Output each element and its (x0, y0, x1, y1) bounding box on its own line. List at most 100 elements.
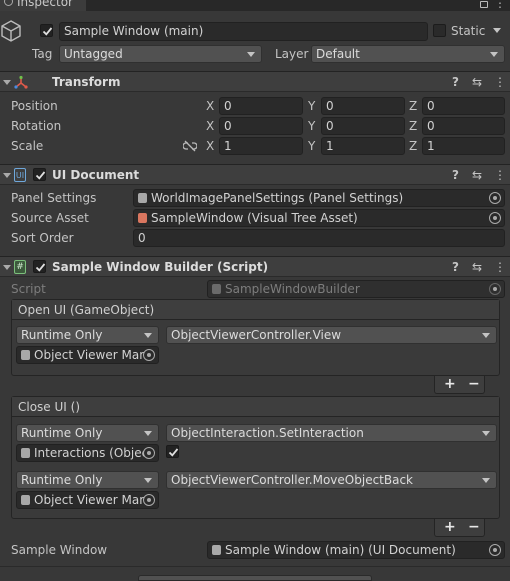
source-asset-label: Source Asset (11, 211, 89, 225)
add-listener-button[interactable]: + (444, 519, 456, 535)
preset-icon[interactable]: ⇆ (472, 168, 482, 182)
add-listener-button[interactable]: + (444, 376, 456, 392)
panel-settings-field[interactable]: WorldImagePanelSettings (Panel Settings) (133, 189, 505, 207)
ui-document-icon: UI (14, 168, 26, 182)
z-axis-label: Z (409, 139, 418, 153)
panel-settings-value: WorldImagePanelSettings (Panel Settings) (151, 191, 404, 205)
open-ui-event-title: Open UI (GameObject) (18, 303, 155, 317)
component-menu-icon[interactable]: ⋮ (494, 168, 506, 182)
tag-dropdown[interactable]: Untagged (59, 45, 262, 63)
source-asset-field[interactable]: SampleWindow (Visual Tree Asset) (133, 209, 505, 227)
scale-x-field[interactable]: 1 (219, 137, 303, 155)
position-x-field[interactable]: 0 (219, 97, 303, 115)
chevron-down-icon (493, 28, 501, 33)
object-picker-icon[interactable] (143, 349, 155, 361)
close-ui-event-title: Close UI () (18, 400, 81, 414)
transform-icon (14, 75, 28, 89)
preset-icon[interactable]: ⇆ (472, 75, 482, 89)
close-ui-runtime-dropdown-2[interactable]: Runtime Only (16, 471, 159, 489)
object-picker-icon[interactable] (489, 212, 501, 224)
close-ui-runtime-value-2: Runtime Only (21, 473, 103, 487)
rotation-x-field[interactable]: 0 (219, 117, 303, 135)
scale-z-field[interactable]: 1 (422, 137, 505, 155)
close-ui-event-box: Close UI () Runtime Only ObjectInteracti… (11, 396, 500, 519)
tab-menu-icon[interactable]: ⋮ (494, 0, 506, 10)
remove-listener-button[interactable]: − (468, 519, 480, 535)
object-picker-icon[interactable] (489, 544, 501, 556)
foldout-arrow-icon[interactable] (3, 80, 11, 85)
gameobject-name-field[interactable]: Sample Window (main) (59, 22, 428, 41)
open-ui-function-value: ObjectViewerController.View (171, 328, 342, 342)
close-ui-target-value-2: Object Viewer Mana (34, 493, 155, 507)
component-menu-icon[interactable]: ⋮ (494, 260, 506, 274)
open-ui-event-header: Open UI (GameObject) (12, 300, 499, 320)
close-ui-target-field-2[interactable]: Object Viewer Mana (16, 491, 159, 509)
close-ui-target-field-1[interactable]: Interactions (Object (16, 444, 159, 462)
foldout-arrow-icon[interactable] (3, 265, 11, 270)
layer-label: Layer (275, 47, 309, 61)
chevron-down-icon (144, 478, 152, 483)
sample-window-field[interactable]: Sample Window (main) (UI Document) (207, 541, 505, 559)
object-picker-icon[interactable] (143, 494, 155, 506)
chevron-down-icon (490, 52, 498, 57)
chevron-down-icon (482, 478, 490, 483)
chevron-down-icon (144, 431, 152, 436)
static-dropdown[interactable] (487, 22, 505, 39)
help-icon[interactable]: ? (452, 168, 459, 182)
open-ui-runtime-dropdown[interactable]: Runtime Only (16, 326, 159, 344)
open-ui-add-remove-buttons: + − (434, 376, 485, 394)
constrain-scale-link-icon[interactable] (183, 140, 197, 152)
component-menu-icon[interactable]: ⋮ (494, 75, 506, 89)
chevron-down-icon (482, 431, 490, 436)
inspector-tab[interactable]: Inspector (0, 0, 86, 11)
sort-order-field[interactable]: 0 (133, 229, 505, 247)
script-asset-icon (212, 284, 221, 294)
sample-window-label: Sample Window (11, 543, 108, 557)
script-component-header[interactable]: # Sample Window Builder (Script) ? ⇆ ⋮ (0, 256, 510, 277)
script-enabled-checkbox[interactable] (33, 260, 46, 273)
csharp-script-icon: # (14, 260, 26, 274)
lock-icon[interactable] (480, 1, 488, 8)
x-axis-label: X (206, 99, 215, 113)
active-checkbox[interactable] (40, 24, 53, 37)
help-icon[interactable]: ? (452, 260, 459, 274)
rotation-y-field[interactable]: 0 (321, 117, 405, 135)
remove-listener-button[interactable]: − (468, 376, 480, 392)
add-component-button[interactable] (138, 575, 372, 581)
y-axis-label: Y (308, 119, 316, 133)
ui-document-header[interactable]: UI UI Document ? ⇆ ⋮ (0, 164, 510, 185)
position-y-field[interactable]: 0 (321, 97, 405, 115)
script-field: SampleWindowBuilder (207, 280, 505, 298)
sample-window-value: Sample Window (main) (UI Document) (225, 543, 456, 557)
open-ui-runtime-value: Runtime Only (21, 328, 103, 342)
close-ui-add-remove-buttons: + − (434, 519, 485, 537)
static-checkbox[interactable] (433, 24, 446, 37)
open-ui-function-dropdown[interactable]: ObjectViewerController.View (166, 326, 497, 344)
y-axis-label: Y (308, 99, 316, 113)
set-interaction-bool-checkbox[interactable] (166, 445, 179, 458)
close-ui-function-dropdown-1[interactable]: ObjectInteraction.SetInteraction (166, 424, 497, 442)
transform-header[interactable]: Transform ? ⇆ ⋮ (0, 71, 510, 92)
rotation-z-field[interactable]: 0 (422, 117, 505, 135)
ui-document-small-icon (212, 545, 221, 555)
tag-label: Tag (32, 47, 53, 61)
foldout-arrow-icon[interactable] (3, 173, 11, 178)
scale-y-field[interactable]: 1 (321, 137, 405, 155)
help-icon[interactable]: ? (452, 75, 459, 89)
inspector-tab-label: Inspector (17, 0, 73, 9)
panel-settings-label: Panel Settings (11, 191, 97, 205)
ui-document-title: UI Document (52, 168, 140, 182)
close-ui-function-dropdown-2[interactable]: ObjectViewerController.MoveObjectBack (166, 471, 497, 489)
position-z-field[interactable]: 0 (422, 97, 505, 115)
preset-icon[interactable]: ⇆ (472, 260, 482, 274)
object-picker-icon[interactable] (489, 192, 501, 204)
close-ui-runtime-dropdown-1[interactable]: Runtime Only (16, 424, 159, 442)
open-ui-target-field[interactable]: Object Viewer Mana (16, 346, 159, 364)
gameobject-icon (1, 20, 21, 45)
gameobject-small-icon (21, 350, 30, 360)
gameobject-small-icon (21, 448, 30, 458)
layer-dropdown[interactable]: Default (311, 45, 505, 63)
ui-document-enabled-checkbox[interactable] (33, 168, 46, 181)
object-picker-icon[interactable] (143, 447, 155, 459)
object-picker-icon (489, 283, 501, 295)
